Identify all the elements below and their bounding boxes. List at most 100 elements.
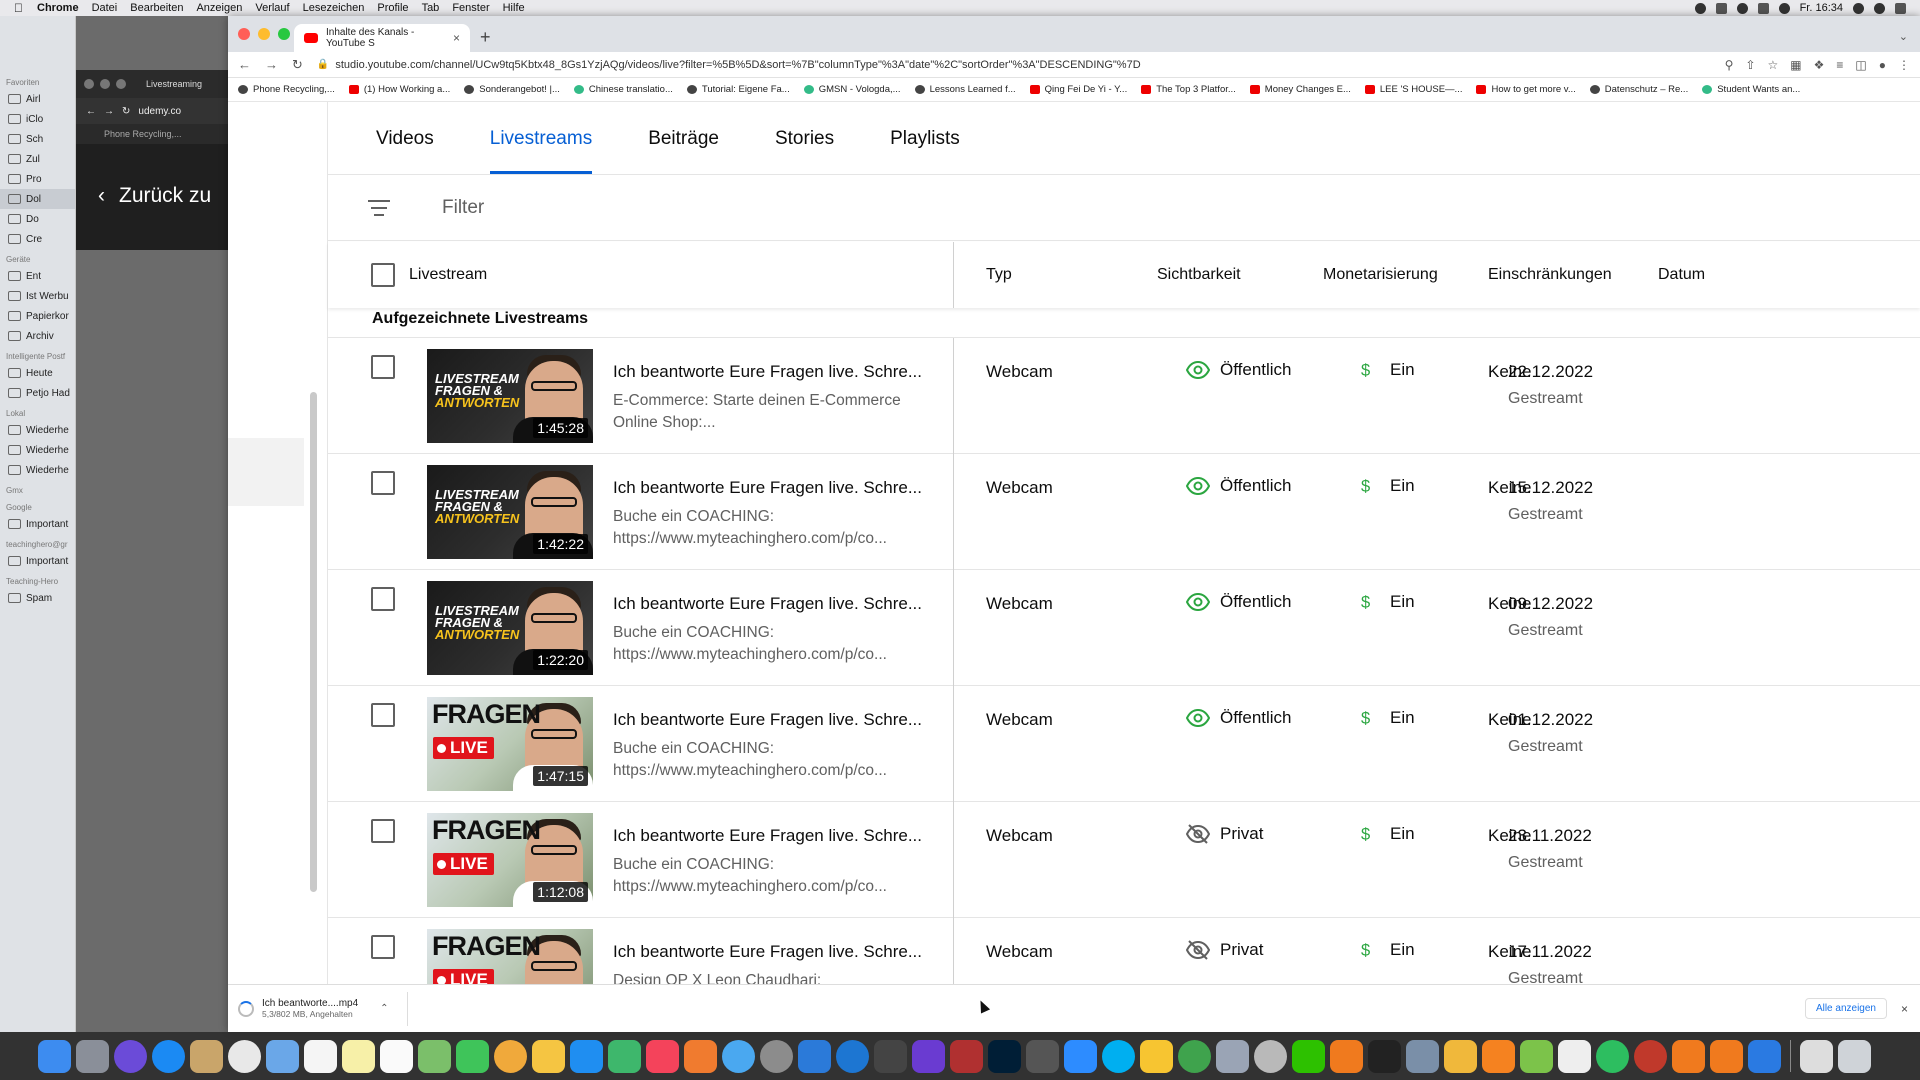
vlc-icon[interactable]	[1482, 1039, 1515, 1073]
mail-item[interactable]: Pro	[0, 169, 75, 189]
tab-beitraege[interactable]: Beiträge	[648, 102, 719, 174]
column-datum[interactable]: Datum	[1658, 266, 1705, 284]
visibility-cell[interactable]: Privat	[1186, 822, 1263, 846]
row-checkbox[interactable]	[371, 703, 395, 727]
mail-item[interactable]: Wiederhe	[0, 460, 75, 480]
bookmark-item[interactable]: Qing Fei De Yi - Y...	[1029, 84, 1127, 95]
menu-tab[interactable]: Tab	[422, 2, 440, 14]
safari-icon[interactable]	[152, 1039, 185, 1073]
window-close-button[interactable]	[84, 79, 94, 89]
terminal-icon[interactable]	[1368, 1039, 1401, 1073]
forward-arrow-icon[interactable]: →	[104, 106, 114, 117]
evernote-icon[interactable]	[1596, 1039, 1629, 1073]
reading-list-icon[interactable]: ≡	[1836, 58, 1843, 72]
bookmark-item[interactable]: Chinese translatio...	[573, 84, 673, 95]
minimize-window-button[interactable]	[258, 28, 270, 40]
red-app-icon[interactable]	[1634, 1039, 1667, 1073]
mail-item[interactable]: iClo	[0, 109, 75, 129]
table-row[interactable]: FRAGEN LIVE Ich beantworte Eure Fragen l…	[328, 918, 1920, 984]
column-sichtbarkeit[interactable]: Sichtbarkeit	[1157, 266, 1241, 284]
bookmark-star-icon[interactable]: ☆	[1768, 58, 1779, 72]
help-icon[interactable]	[1254, 1039, 1287, 1073]
video-title[interactable]: Ich beantworte Eure Fragen live. Schre..…	[613, 826, 938, 846]
tab-search-icon[interactable]: ⌄	[1899, 30, 1908, 43]
video-thumbnail[interactable]: FRAGEN LIVE	[427, 929, 593, 984]
mail-item[interactable]: Important	[0, 514, 75, 534]
mail-item[interactable]: Wiederhe	[0, 420, 75, 440]
bluetooth-icon[interactable]	[1748, 1039, 1781, 1073]
utility-icon[interactable]	[1216, 1039, 1249, 1073]
filter-icon[interactable]	[368, 199, 390, 216]
video-title[interactable]: Ich beantworte Eure Fragen live. Schre..…	[613, 478, 938, 498]
record-icon[interactable]	[1694, 2, 1706, 14]
archive-utility-icon[interactable]	[1026, 1039, 1059, 1073]
maps-icon[interactable]	[418, 1039, 451, 1073]
bookmark-item[interactable]: Tutorial: Eigene Fa...	[686, 84, 790, 95]
final-cut-icon[interactable]	[874, 1039, 907, 1073]
row-checkbox[interactable]	[371, 819, 395, 843]
filter-input[interactable]: Filter	[442, 197, 484, 219]
mail-item[interactable]: Papierkor	[0, 306, 75, 326]
video-thumbnail[interactable]: FRAGEN LIVE 1:47:15	[427, 697, 593, 791]
imovie-icon[interactable]	[912, 1039, 945, 1073]
video-thumbnail[interactable]: LIVESTREAM FRAGEN & ANTWORTEN 1:22:20	[427, 581, 593, 675]
stocks-icon[interactable]	[1520, 1039, 1553, 1073]
browser-tab-studio[interactable]: Inhalte des Kanals - YouTube S ×	[294, 24, 470, 52]
downloads-stack-icon[interactable]	[1800, 1039, 1833, 1073]
udemy-back-button[interactable]: ‹ Zurück zu	[98, 184, 211, 208]
mail-item[interactable]: Spam	[0, 588, 75, 608]
screen-mirroring-icon[interactable]	[1715, 2, 1727, 14]
tab-playlists[interactable]: Playlists	[890, 102, 960, 174]
reload-icon[interactable]: ↻	[122, 106, 130, 117]
table-row[interactable]: LIVESTREAM FRAGEN & ANTWORTEN 1:42:22 Ich …	[328, 454, 1920, 570]
mail-item[interactable]: Petjo Had	[0, 383, 75, 403]
drive-icon[interactable]	[1140, 1039, 1173, 1073]
menu-bearbeiten[interactable]: Bearbeiten	[130, 2, 183, 14]
keynote-icon[interactable]	[798, 1039, 831, 1073]
bookmark-item[interactable]: (1) How Working a...	[348, 84, 450, 95]
photoshop-icon[interactable]	[988, 1039, 1021, 1073]
battery-icon[interactable]	[1778, 2, 1790, 14]
books-icon[interactable]	[684, 1039, 717, 1073]
apple-icon[interactable]: 	[14, 1, 23, 15]
zoom-icon[interactable]: ⚲	[1725, 58, 1734, 72]
forward-icon[interactable]: →	[265, 57, 278, 72]
close-download-bar-icon[interactable]: ×	[1901, 1002, 1908, 1016]
visibility-cell[interactable]: Öffentlich	[1186, 590, 1292, 614]
photos-icon[interactable]	[494, 1039, 527, 1073]
u-app-icon-3[interactable]	[1710, 1039, 1743, 1073]
mail-item[interactable]: Sch	[0, 129, 75, 149]
video-title[interactable]: Ich beantworte Eure Fragen live. Schre..…	[613, 942, 938, 962]
row-checkbox[interactable]	[371, 935, 395, 959]
bookmark-item[interactable]: How to get more v...	[1476, 84, 1576, 95]
bookmark-item[interactable]: LEE 'S HOUSE—...	[1364, 84, 1462, 95]
column-livestream[interactable]: Livestream	[409, 266, 487, 284]
app-store-icon[interactable]	[570, 1039, 603, 1073]
finder-icon[interactable]	[38, 1039, 71, 1073]
menubar-clock[interactable]: Fr. 16:34	[1800, 2, 1843, 14]
row-checkbox[interactable]	[371, 587, 395, 611]
siri-icon[interactable]	[1874, 2, 1885, 14]
menu-anzeigen[interactable]: Anzeigen	[196, 2, 242, 14]
mail-item[interactable]: Do	[0, 209, 75, 229]
monetization-cell[interactable]: $ Ein	[1358, 938, 1415, 962]
video-title[interactable]: Ich beantworte Eure Fragen live. Schre..…	[613, 362, 938, 382]
reload-icon[interactable]: ↻	[292, 57, 303, 73]
trash-icon[interactable]	[1838, 1039, 1871, 1073]
tab-videos[interactable]: Videos	[376, 102, 434, 174]
zoom-window-button[interactable]	[278, 28, 290, 40]
monetization-cell[interactable]: $ Ein	[1358, 706, 1415, 730]
zoom-app-icon[interactable]	[1064, 1039, 1097, 1073]
mail-item[interactable]: Archiv	[0, 326, 75, 346]
close-window-button[interactable]	[238, 28, 250, 40]
table-row[interactable]: FRAGEN LIVE 1:47:15 Ich beantworte Eure …	[328, 686, 1920, 802]
sidebar-icon[interactable]: ◫	[1855, 58, 1866, 72]
u-app-icon-2[interactable]	[1672, 1039, 1705, 1073]
monetization-cell[interactable]: $ Ein	[1358, 590, 1415, 614]
bookmark-item[interactable]: The Top 3 Platfor...	[1141, 84, 1236, 95]
search-icon[interactable]	[1853, 2, 1864, 14]
facetime-icon[interactable]	[456, 1039, 489, 1073]
menu-profile[interactable]: Profile	[377, 2, 408, 14]
wechat-icon[interactable]	[1292, 1039, 1325, 1073]
puzzle-icon[interactable]: ❖	[1814, 58, 1825, 72]
